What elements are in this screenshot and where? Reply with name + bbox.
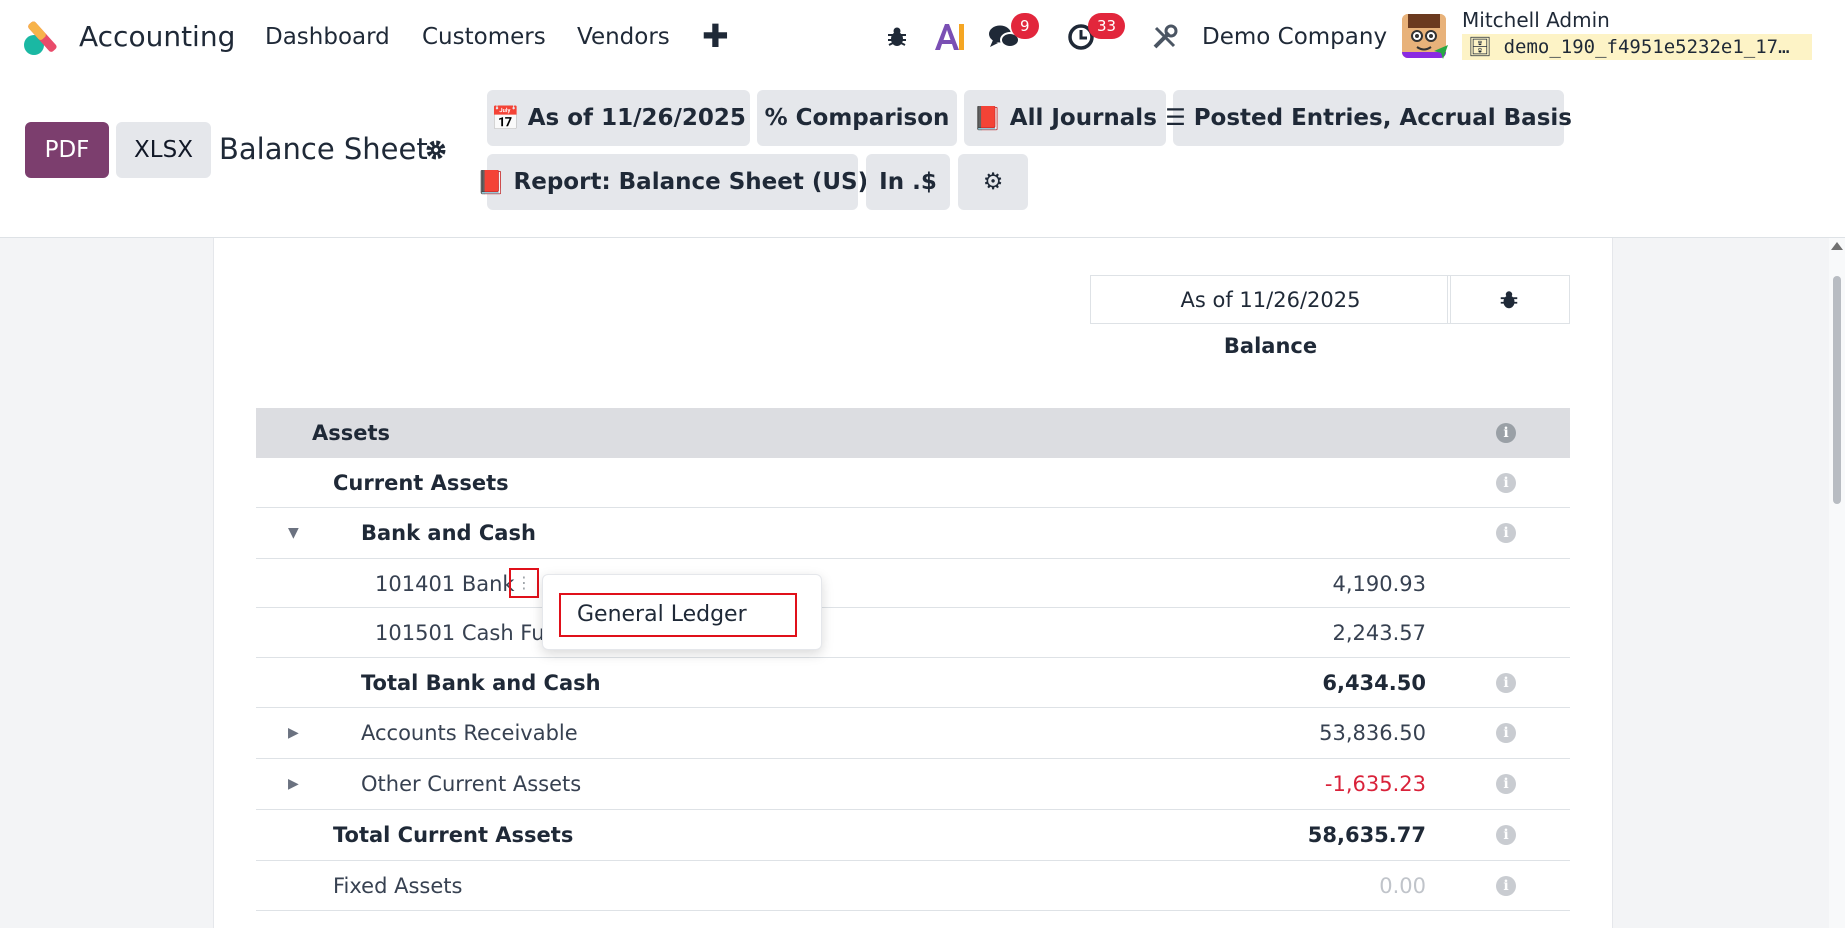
nav-customers[interactable]: Customers bbox=[422, 22, 546, 52]
scrollbar-thumb[interactable] bbox=[1833, 276, 1841, 504]
row-value: 0.00 bbox=[1379, 874, 1426, 898]
row-label: Fixed Assets bbox=[333, 874, 463, 898]
row-value: 6,434.50 bbox=[1322, 671, 1426, 695]
row-label: 101501 Cash Fur bbox=[375, 621, 554, 645]
column-debug-button[interactable] bbox=[1447, 275, 1570, 324]
row-value: 4,190.93 bbox=[1332, 572, 1426, 596]
info-icon[interactable]: i bbox=[1496, 825, 1516, 845]
column-subheader-balance: Balance bbox=[1223, 334, 1318, 358]
row-actions-popup: General Ledger bbox=[542, 574, 822, 650]
row-label: Total Current Assets bbox=[333, 823, 574, 847]
company-switcher[interactable]: Demo Company bbox=[1202, 22, 1387, 52]
table-row-fixed-assets[interactable]: Fixed Assets 0.00 i bbox=[256, 861, 1570, 911]
date-filter-button[interactable]: 📅 As of 11/26/2025 bbox=[487, 90, 750, 146]
row-actions-dots-icon[interactable]: ⋮ bbox=[509, 568, 539, 598]
currency-button[interactable]: In .$ bbox=[866, 154, 950, 210]
info-icon[interactable]: i bbox=[1496, 423, 1516, 443]
database-name: demo_190_f4951e5232e1_17… bbox=[1503, 36, 1790, 58]
table-row-total-current-assets[interactable]: Total Current Assets 58,635.77 i bbox=[256, 810, 1570, 861]
book-icon: 📕 bbox=[476, 169, 506, 196]
table-row-bank-and-cash[interactable]: ▼ Bank and Cash i bbox=[256, 508, 1570, 559]
messages-badge: 9 bbox=[1011, 13, 1039, 39]
info-icon[interactable]: i bbox=[1496, 876, 1516, 896]
bug-icon[interactable] bbox=[882, 22, 912, 52]
table-row-accounts-receivable[interactable]: ▶ Accounts Receivable 53,836.50 i bbox=[256, 708, 1570, 759]
column-header-date[interactable]: As of 11/26/2025 bbox=[1090, 275, 1451, 324]
row-label: Total Bank and Cash bbox=[361, 671, 601, 695]
row-label: Bank and Cash bbox=[361, 521, 536, 545]
table-row-assets[interactable]: Assets i bbox=[256, 408, 1570, 458]
journals-label: All Journals bbox=[1009, 105, 1157, 131]
tools-icon[interactable] bbox=[1150, 22, 1180, 52]
caret-right-icon[interactable]: ▶ bbox=[288, 759, 299, 809]
book-icon: 📕 bbox=[973, 105, 1002, 132]
entries-button[interactable]: ☰ Posted Entries, Accrual Basis bbox=[1165, 90, 1572, 146]
activities-badge: 33 bbox=[1088, 13, 1126, 39]
report-variant-label: Report: Balance Sheet (US) bbox=[513, 169, 869, 195]
table-row-other-current-assets[interactable]: ▶ Other Current Assets -1,635.23 i bbox=[256, 759, 1570, 810]
row-value: 58,635.77 bbox=[1307, 823, 1426, 847]
row-label: Assets bbox=[312, 421, 391, 445]
report-variant-button[interactable]: 📕 Report: Balance Sheet (US) bbox=[477, 154, 868, 210]
options-button[interactable]: ⚙ bbox=[958, 154, 1028, 210]
info-icon[interactable]: i bbox=[1496, 723, 1516, 743]
gear-icon[interactable] bbox=[424, 138, 448, 162]
entries-label: Posted Entries, Accrual Basis bbox=[1193, 105, 1572, 131]
app-title[interactable]: Accounting bbox=[79, 18, 235, 56]
xlsx-button[interactable]: XLSX bbox=[116, 122, 211, 178]
nav-dashboard[interactable]: Dashboard bbox=[265, 22, 390, 52]
user-name[interactable]: Mitchell Admin bbox=[1462, 8, 1610, 32]
nav-vendors[interactable]: Vendors bbox=[577, 22, 670, 52]
general-ledger-menu-item[interactable]: General Ledger bbox=[559, 593, 797, 637]
percent-icon: % bbox=[764, 105, 788, 131]
top-navbar: Accounting Dashboard Customers Vendors ✚… bbox=[0, 0, 1845, 74]
row-label: Current Assets bbox=[333, 471, 509, 495]
pdf-button[interactable]: PDF bbox=[25, 122, 109, 178]
journals-button[interactable]: 📕 All Journals bbox=[964, 90, 1166, 146]
sliders-icon: ☰ bbox=[1165, 105, 1186, 131]
status-plane-icon bbox=[1432, 42, 1450, 60]
date-filter-label: As of 11/26/2025 bbox=[527, 105, 746, 131]
database-icon: 🗄 bbox=[1468, 36, 1493, 58]
table-row-101401-bank[interactable]: 101401 Bank 4,190.93 bbox=[256, 559, 1570, 608]
row-label: Other Current Assets bbox=[361, 772, 582, 796]
caret-right-icon[interactable]: ▶ bbox=[288, 708, 299, 758]
bug-icon bbox=[1500, 290, 1517, 308]
control-panel: PDF XLSX Balance Sheet 📅 As of 11/26/2025… bbox=[0, 74, 1845, 238]
scroll-up-arrow-icon[interactable] bbox=[1831, 242, 1843, 250]
database-tag: 🗄 demo_190_f4951e5232e1_17… bbox=[1462, 34, 1812, 60]
row-label: 101401 Bank bbox=[375, 572, 515, 596]
info-icon[interactable]: i bbox=[1496, 673, 1516, 693]
ai-icon[interactable] bbox=[932, 20, 966, 54]
page-title: Balance Sheet bbox=[219, 132, 428, 166]
row-value: 2,243.57 bbox=[1332, 621, 1426, 645]
calendar-icon: 📅 bbox=[491, 105, 520, 132]
info-icon[interactable]: i bbox=[1496, 473, 1516, 493]
row-value: -1,635.23 bbox=[1324, 772, 1426, 796]
comparison-label: Comparison bbox=[795, 105, 950, 131]
table-row-101501-cash[interactable]: 101501 Cash Fur 2,243.57 bbox=[256, 608, 1570, 658]
info-icon[interactable]: i bbox=[1496, 523, 1516, 543]
comparison-button[interactable]: % Comparison bbox=[757, 90, 957, 146]
table-row-total-bank-and-cash[interactable]: Total Bank and Cash 6,434.50 i bbox=[256, 658, 1570, 708]
caret-down-icon[interactable]: ▼ bbox=[288, 508, 299, 558]
plus-icon[interactable]: ✚ bbox=[702, 18, 729, 54]
table-row-current-assets[interactable]: Current Assets i bbox=[256, 458, 1570, 508]
info-icon[interactable]: i bbox=[1496, 774, 1516, 794]
accounting-logo-icon[interactable] bbox=[22, 18, 60, 56]
cogs-icon: ⚙ bbox=[982, 169, 1004, 195]
row-label: Accounts Receivable bbox=[361, 721, 578, 745]
row-value: 53,836.50 bbox=[1319, 721, 1426, 745]
